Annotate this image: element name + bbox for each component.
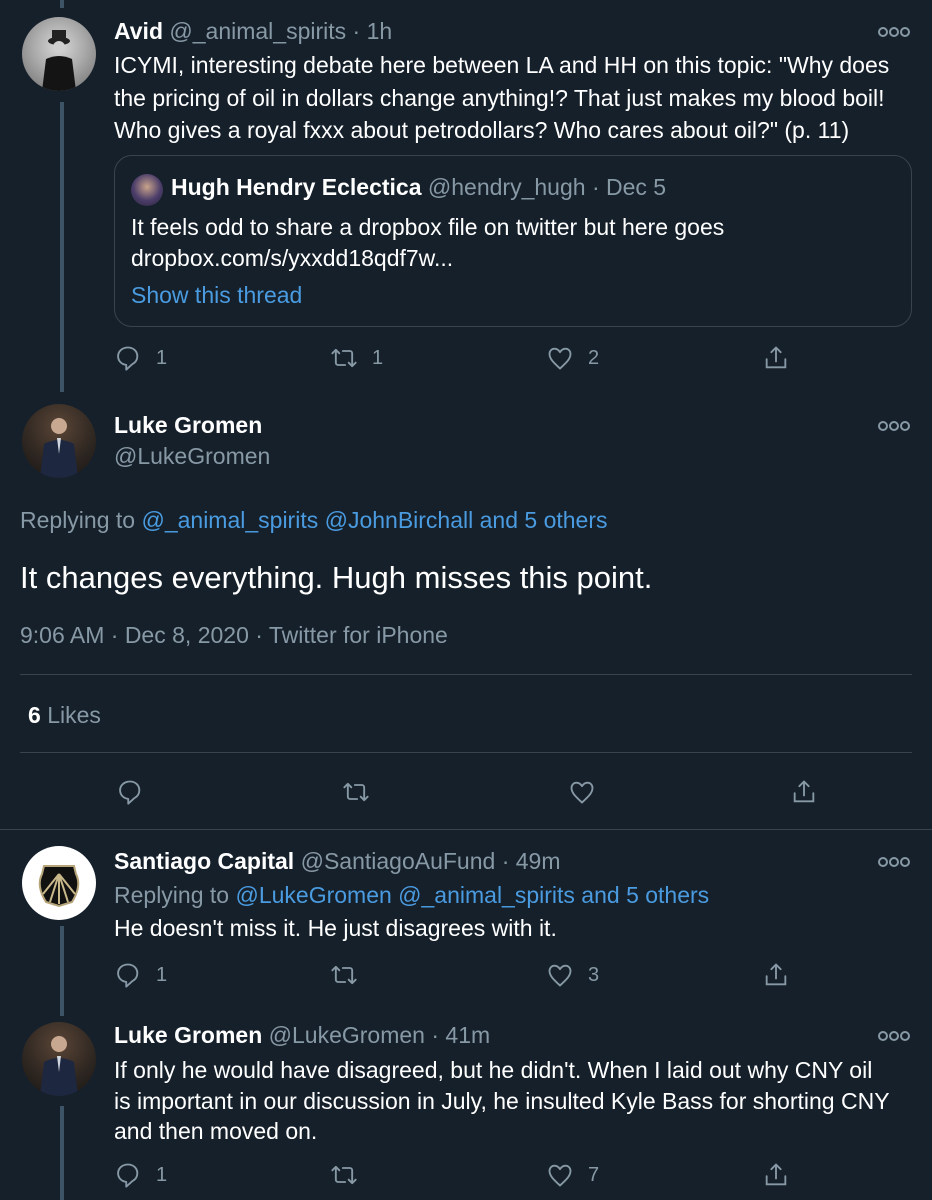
like-button[interactable] [568, 778, 790, 806]
share-button[interactable] [762, 961, 932, 989]
divider [0, 829, 932, 830]
author-name[interactable]: Avid [114, 18, 163, 44]
heart-icon [546, 344, 574, 372]
thread-line [60, 0, 64, 8]
reply-count: 1 [156, 963, 168, 986]
quoted-time: · Dec 5 [591, 174, 667, 200]
like-count: 7 [588, 1163, 600, 1186]
quoted-author-handle: @hendry_hugh [427, 174, 586, 200]
reply-button[interactable] [116, 778, 342, 806]
more-options-icon[interactable] [877, 1028, 910, 1044]
tweet-time[interactable]: · 41m [431, 1022, 490, 1048]
reply-button[interactable]: 1 [114, 344, 330, 372]
tweet-text: He doesn't miss it. He just disagrees wi… [114, 915, 557, 941]
more-options-icon[interactable] [877, 24, 910, 40]
author-handle[interactable]: @LukeGromen [114, 443, 270, 469]
heart-icon [568, 778, 596, 806]
like-button[interactable]: 3 [546, 961, 762, 989]
retweet-button[interactable] [330, 1161, 546, 1189]
likes-label: Likes [47, 702, 101, 728]
more-options-icon[interactable] [877, 854, 910, 870]
retweet-count: 1 [372, 346, 384, 369]
reply-icon [114, 344, 142, 372]
show-thread-link[interactable]: Show this thread [131, 280, 302, 311]
replying-to-links[interactable]: @LukeGromen @_animal_spirits and 5 other… [235, 882, 709, 908]
main-tweet-text: It changes everything. Hugh misses this … [20, 560, 653, 595]
share-icon [762, 1161, 790, 1189]
quoted-tweet[interactable]: Hugh Hendry Eclectica @hendry_hugh · Dec… [114, 155, 912, 327]
like-count: 3 [588, 963, 600, 986]
avatar-luke[interactable] [22, 1022, 96, 1096]
author-name[interactable]: Luke Gromen [114, 412, 262, 438]
scallop-shell-logo-icon [38, 865, 80, 908]
like-button[interactable]: 7 [546, 1161, 762, 1189]
share-button[interactable] [762, 1161, 932, 1189]
avatar-avid[interactable] [22, 17, 96, 91]
thread-line [60, 926, 64, 1016]
replying-to-label: Replying to [114, 882, 230, 908]
reply-icon [114, 1161, 142, 1189]
quoted-link[interactable]: dropbox.com/s/yxxdd18qdf7w... [131, 243, 453, 274]
retweet-icon [330, 961, 358, 989]
likes-summary[interactable]: 6 Likes [28, 700, 101, 731]
author-handle[interactable]: @LukeGromen [269, 1022, 425, 1048]
share-icon [790, 778, 818, 806]
reply-icon [116, 778, 144, 806]
like-button[interactable]: 2 [546, 344, 762, 372]
tweet-text-line: is important in our discussion in July, … [114, 1088, 890, 1114]
person-photo-icon [40, 418, 78, 478]
thread-line [60, 1106, 64, 1200]
like-count: 2 [588, 346, 600, 369]
tweet-text-line: and then moved on. [114, 1118, 318, 1144]
avatar-santiago[interactable] [22, 846, 96, 920]
author-name[interactable]: Luke Gromen [114, 1022, 262, 1048]
separator [20, 674, 912, 675]
quoted-text: It feels odd to share a dropbox file on … [131, 214, 725, 240]
retweet-icon [330, 1161, 358, 1189]
heart-icon [546, 961, 574, 989]
share-button[interactable] [790, 778, 932, 806]
tweet-text-line: Who gives a royal fxxx about petrodollar… [114, 117, 850, 143]
retweet-button[interactable]: 1 [330, 344, 546, 372]
author-handle[interactable]: @_animal_spirits [169, 18, 346, 44]
tweet-text-line: ICYMI, interesting debate here between L… [114, 52, 890, 78]
reply-icon [114, 961, 142, 989]
tweet-time[interactable]: · 49m [502, 848, 561, 874]
replying-to-links[interactable]: @_animal_spirits @JohnBirchall and 5 oth… [141, 507, 607, 533]
separator [20, 752, 912, 753]
more-options-icon[interactable] [877, 418, 910, 434]
avatar-hugh [131, 174, 163, 206]
tweet-text-line: the pricing of oil in dollars change any… [114, 85, 885, 111]
share-icon [762, 344, 790, 372]
retweet-icon [330, 344, 358, 372]
heart-icon [546, 1161, 574, 1189]
retweet-button[interactable] [342, 778, 568, 806]
reply-count: 1 [156, 346, 168, 369]
reply-button[interactable]: 1 [114, 961, 330, 989]
tweet-meta[interactable]: 9:06 AM · Dec 8, 2020 · Twitter for iPho… [20, 620, 448, 651]
reply-button[interactable]: 1 [114, 1161, 330, 1189]
share-icon [762, 961, 790, 989]
share-button[interactable] [762, 344, 932, 372]
person-silhouette-icon [42, 30, 76, 91]
person-photo-icon [40, 1036, 78, 1096]
thread-line [60, 102, 64, 392]
replying-to-label: Replying to [20, 507, 136, 533]
author-name[interactable]: Santiago Capital [114, 848, 294, 874]
likes-count: 6 [28, 702, 41, 728]
author-handle[interactable]: @SantiagoAuFund [301, 848, 496, 874]
quoted-author-name: Hugh Hendry Eclectica [171, 174, 422, 200]
reply-count: 1 [156, 1163, 168, 1186]
retweet-icon [342, 778, 370, 806]
retweet-button[interactable] [330, 961, 546, 989]
tweet-text-line: If only he would have disagreed, but he … [114, 1057, 873, 1083]
tweet-time[interactable]: · 1h [353, 18, 393, 44]
avatar-luke[interactable] [22, 404, 96, 478]
